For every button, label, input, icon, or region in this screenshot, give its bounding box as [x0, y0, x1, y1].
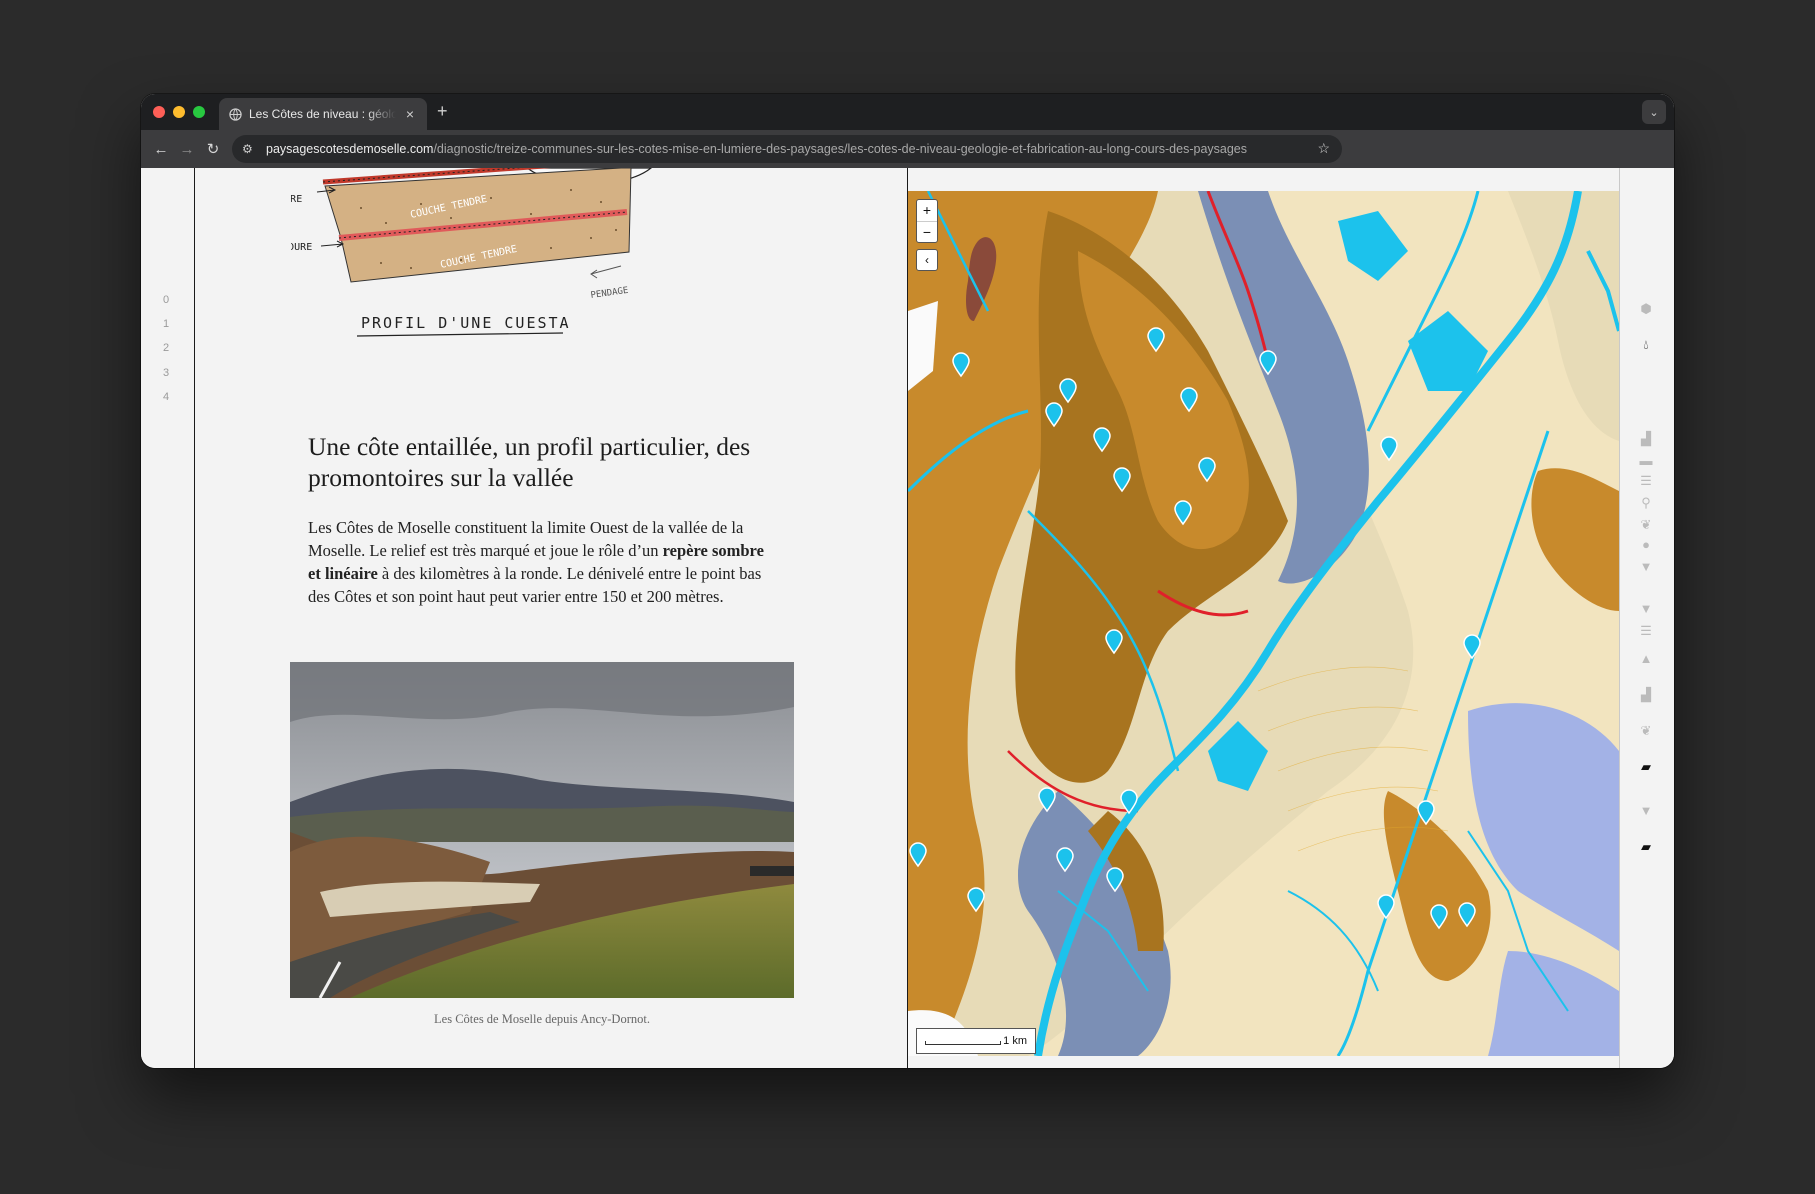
parallelogram-icon-2[interactable]: ▰ — [1631, 840, 1661, 854]
vehicle-icon[interactable]: ▬ — [1631, 454, 1661, 468]
article-body: Les Côtes de Moselle constituent la limi… — [308, 516, 778, 608]
tab-bar: Les Côtes de niveau : géologie et fabric… — [141, 94, 1674, 130]
road-icon-2[interactable]: ☰ — [1631, 624, 1661, 638]
zoom-in-button[interactable]: + — [917, 200, 937, 221]
browser-toolbar: ← → ↻ ⚙ paysagescotesdemoselle.com/diagn… — [141, 130, 1674, 168]
sketch-label-hard-2: COUCHE DURE — [291, 242, 312, 253]
address-bar[interactable]: ⚙ paysagescotesdemoselle.com/diagnostic/… — [232, 135, 1342, 163]
close-window-button[interactable] — [153, 106, 165, 118]
shield-icon-2[interactable]: ▼ — [1631, 602, 1661, 616]
sketch-label-hard-1: COUCHE DURE — [291, 194, 302, 205]
tree-icon[interactable]: ● — [1631, 538, 1661, 552]
section-index-1[interactable]: 1 — [159, 318, 173, 342]
section-index: 0 1 2 3 4 — [159, 294, 173, 415]
pin-icon[interactable]: ⚲ — [1631, 496, 1661, 510]
url-path: /diagnostic/treize-communes-sur-les-cote… — [433, 142, 1247, 156]
section-index-2[interactable]: 2 — [159, 342, 173, 366]
sketch-label-dip: PENDAGE — [590, 286, 629, 301]
tab-search-button[interactable]: ⌄ — [1642, 100, 1666, 124]
shield-icon-3[interactable]: ▼ — [1631, 804, 1661, 818]
new-tab-button[interactable]: + — [437, 101, 448, 121]
left-divider — [194, 168, 195, 1068]
leaf-icon-2[interactable]: ❦ — [1631, 724, 1661, 738]
legend-rail: ⬢ 💧︎ ▟ ▬ ☰ ⚲ ❦ ● ▼ ▼ ☰ ▲ ▟ ❦ ▰ ▼ ▰ — [1631, 168, 1661, 1068]
article-title: Une côte entaillée, un profil particulie… — [308, 432, 751, 492]
mountain-icon[interactable]: ▲ — [1631, 652, 1661, 666]
reload-button[interactable]: ↻ — [203, 139, 223, 159]
tab-active[interactable]: Les Côtes de niveau : géologie et fabric… — [219, 98, 427, 130]
scale-bar — [925, 1041, 1001, 1045]
cuesta-profile-sketch: COUCHE TENDRE COUCHE TENDRE COUCHE DURE … — [291, 168, 652, 337]
close-tab-icon[interactable]: × — [403, 106, 417, 122]
section-index-0[interactable]: 0 — [159, 294, 173, 318]
minimize-window-button[interactable] — [173, 106, 185, 118]
url-host: paysagescotesdemoselle.com — [266, 142, 434, 156]
road-icon[interactable]: ☰ — [1631, 474, 1661, 488]
globe-icon — [229, 107, 242, 121]
back-button[interactable]: ← — [151, 139, 171, 159]
parallelogram-icon[interactable]: ▰ — [1631, 760, 1661, 774]
bookmark-star-icon[interactable]: ☆ — [1317, 140, 1330, 157]
forward-button[interactable]: → — [177, 139, 197, 159]
right-divider — [1619, 168, 1620, 1068]
tab-title: Les Côtes de niveau : géologie et fabric… — [249, 107, 396, 121]
sketch-title: PROFIL D'UNE CUESTA — [361, 314, 571, 332]
url-text[interactable]: paysagescotesdemoselle.com/diagnostic/tr… — [266, 142, 1247, 156]
section-index-3[interactable]: 3 — [159, 367, 173, 391]
map-tiles[interactable] — [908, 191, 1619, 1056]
building-icon-2[interactable]: ▟ — [1631, 688, 1661, 702]
geology-map[interactable]: + − ‹ 1 km — [908, 191, 1619, 1056]
zoom-out-button[interactable]: − — [917, 221, 937, 242]
site-settings-icon[interactable]: ⚙ — [242, 142, 260, 156]
photo-caption: Les Côtes de Moselle depuis Ancy-Dornot. — [434, 1012, 650, 1026]
zoom-control: + − — [916, 199, 938, 243]
hexagon-icon[interactable]: ⬢ — [1631, 302, 1661, 316]
landscape-photo — [290, 662, 794, 998]
browser-window: Les Côtes de niveau : géologie et fabric… — [141, 94, 1674, 1068]
map-scale: 1 km — [916, 1028, 1036, 1054]
drop-icon[interactable]: 💧︎ — [1631, 338, 1661, 352]
shield-icon[interactable]: ▼ — [1631, 560, 1661, 574]
collapse-panel-button[interactable]: ‹ — [916, 249, 938, 271]
building-icon[interactable]: ▟ — [1631, 432, 1661, 446]
scale-label: 1 km — [1003, 1035, 1027, 1047]
leaf-icon[interactable]: ❦ — [1631, 518, 1661, 532]
page-content: 0 1 2 3 4 COUCHE TENDRE COUCHE TENDRE CO… — [141, 168, 1674, 1068]
maximize-window-button[interactable] — [193, 106, 205, 118]
section-index-4[interactable]: 4 — [159, 391, 173, 415]
